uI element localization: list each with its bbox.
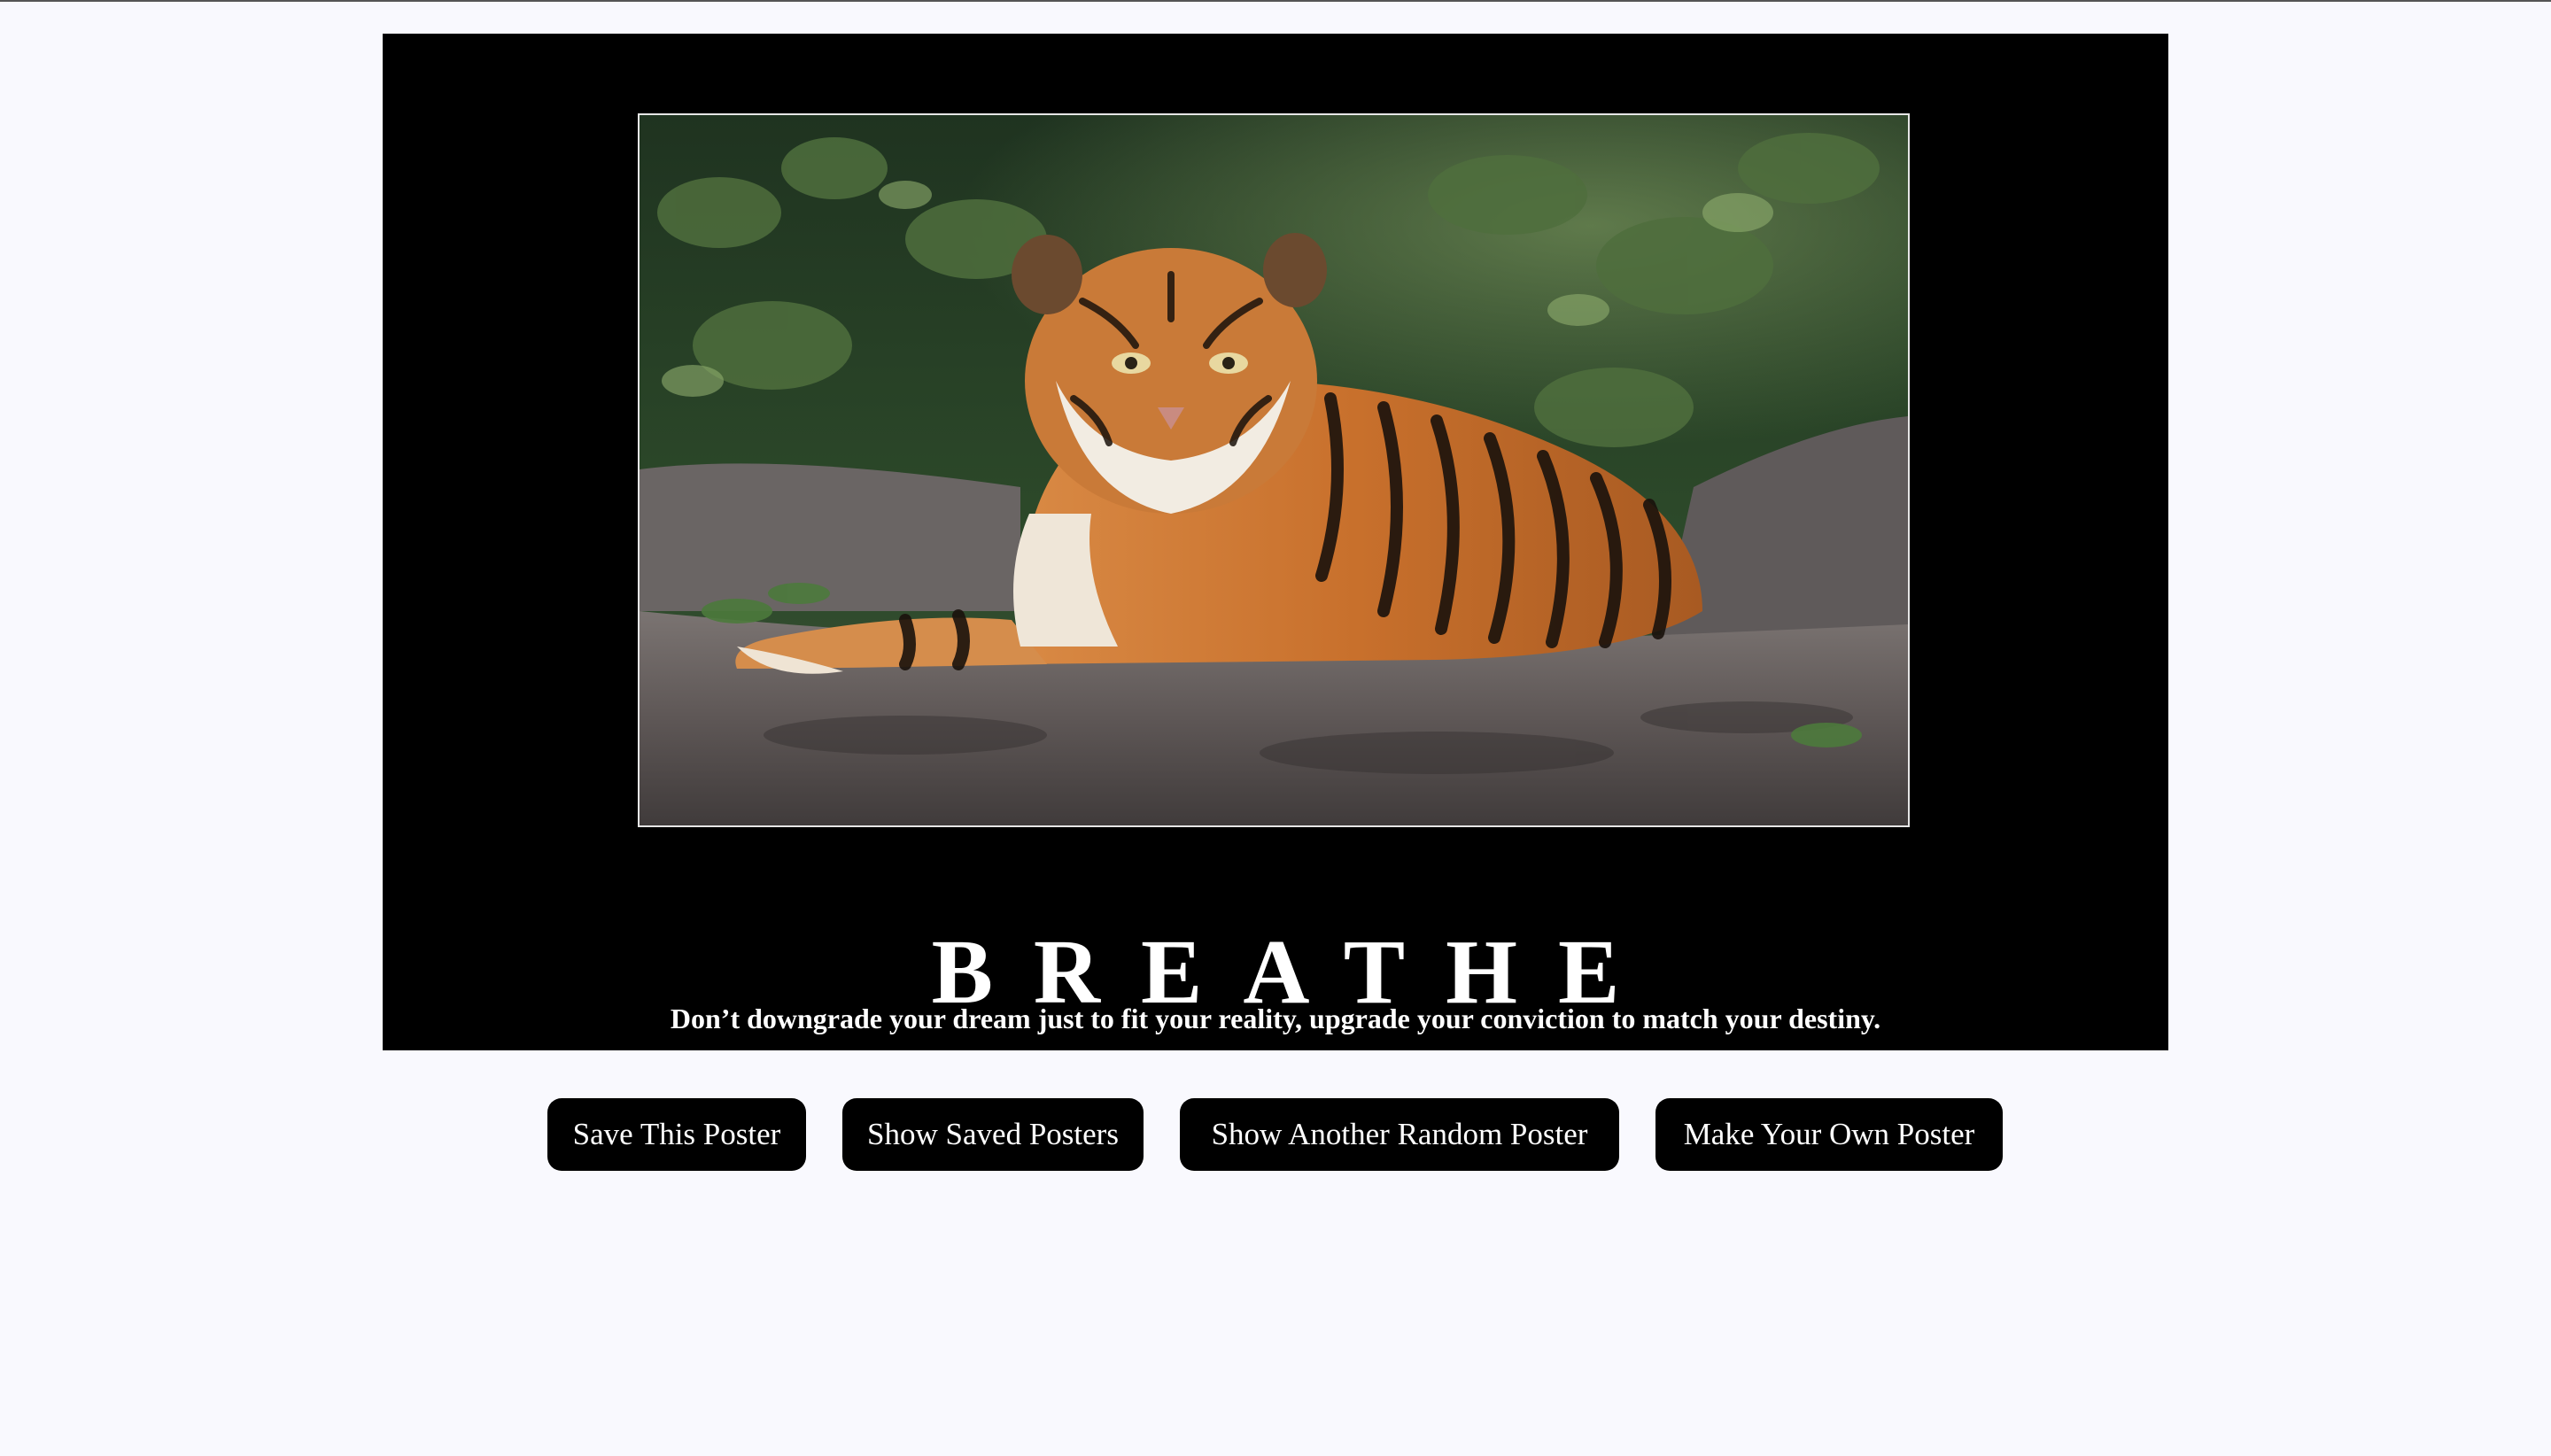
poster: BREATHE Don’t downgrade your dream just …	[383, 34, 2168, 1050]
show-random-poster-button[interactable]: Show Another Random Poster	[1180, 1098, 1619, 1171]
poster-controls: Save This Poster Show Saved Posters Show…	[0, 1098, 2551, 1171]
poster-quote: Don’t downgrade your dream just to fit y…	[670, 1003, 1881, 1034]
save-poster-button[interactable]: Save This Poster	[547, 1098, 806, 1171]
top-divider	[0, 0, 2551, 2]
make-own-poster-button[interactable]: Make Your Own Poster	[1655, 1098, 2003, 1171]
show-saved-posters-button[interactable]: Show Saved Posters	[842, 1098, 1144, 1171]
tiger-photo	[640, 115, 1908, 825]
poster-image	[638, 113, 1910, 827]
